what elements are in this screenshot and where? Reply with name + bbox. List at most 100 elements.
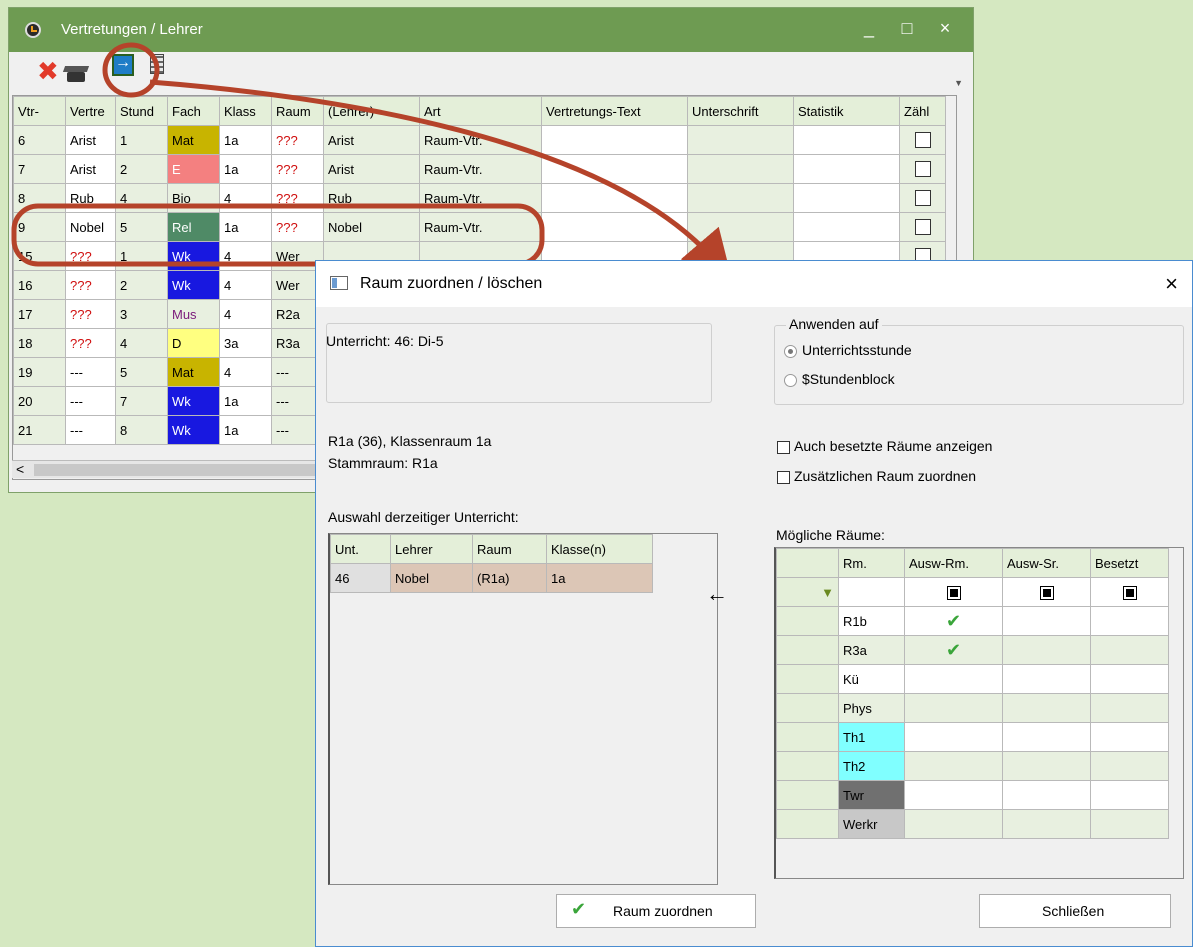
column-header[interactable]: Vertre — [65, 96, 116, 126]
row-indicator[interactable] — [776, 664, 839, 694]
cell-substitute[interactable]: Nobel — [65, 212, 116, 242]
minimize-button[interactable]: _ — [857, 18, 881, 39]
table-row[interactable]: Werkr — [776, 809, 1169, 839]
column-header[interactable]: Vertretungs-Text — [541, 96, 688, 126]
cell-text[interactable] — [541, 212, 688, 242]
cell-statistics[interactable] — [793, 183, 900, 213]
cell-statistics[interactable] — [793, 212, 900, 242]
cell-subject[interactable]: Wk — [167, 270, 220, 300]
cell-vtr[interactable]: 6 — [13, 125, 66, 155]
cell-selected-room[interactable] — [904, 693, 1003, 723]
cell-period[interactable]: 5 — [115, 212, 168, 242]
table-row[interactable]: Phys — [776, 693, 1169, 723]
table-row[interactable]: Th1 — [776, 722, 1169, 752]
count-checkbox[interactable] — [914, 219, 931, 236]
cell-substitute[interactable]: --- — [65, 386, 116, 416]
table-row[interactable]: 7 Arist 2 E 1a??? Arist Raum-Vtr. — [13, 154, 946, 184]
radio-unterrichtsstunde[interactable] — [784, 345, 797, 358]
room-grid-icon[interactable] — [150, 54, 164, 74]
cell-vtr[interactable]: 20 — [13, 386, 66, 416]
row-indicator[interactable] — [776, 635, 839, 665]
filter-toggle-ausw-rm[interactable] — [904, 577, 1003, 607]
row-indicator[interactable] — [776, 722, 839, 752]
assign-room-icon[interactable] — [112, 54, 134, 76]
cell-room[interactable]: Th2 — [838, 751, 905, 781]
cell-subject[interactable]: Rel — [167, 212, 220, 242]
row-indicator[interactable] — [776, 693, 839, 723]
cell-signature[interactable] — [687, 183, 794, 213]
column-header[interactable]: Ausw-Sr. — [1002, 548, 1091, 578]
cell-text[interactable] — [541, 154, 688, 184]
cell-statistics[interactable] — [793, 154, 900, 184]
show-occupied-label[interactable]: Auch besetzte Räume anzeigen — [794, 438, 992, 454]
cell-signature[interactable] — [687, 154, 794, 184]
cell-subject[interactable]: Bio — [167, 183, 220, 213]
additional-room-checkbox[interactable] — [777, 471, 790, 484]
count-checkbox[interactable] — [914, 161, 931, 178]
cell-substitute[interactable]: --- — [65, 357, 116, 387]
cell-selected-sr[interactable] — [1002, 664, 1091, 694]
cell-occupied[interactable] — [1090, 635, 1169, 665]
cell-vtr[interactable]: 16 — [13, 270, 66, 300]
cell-period[interactable]: 8 — [115, 415, 168, 445]
cell-class[interactable]: 4 — [219, 270, 272, 300]
cell-lesson[interactable]: 46 — [330, 563, 391, 593]
table-row[interactable]: R3a ✔ — [776, 635, 1169, 665]
column-header[interactable]: Ausw-Rm. — [904, 548, 1003, 578]
cell-type[interactable]: Raum-Vtr. — [419, 212, 542, 242]
column-header[interactable]: Zähl — [899, 96, 946, 126]
additional-room-label[interactable]: Zusätzlichen Raum zuordnen — [794, 468, 976, 484]
toolbar-dropdown-icon[interactable]: ▼ — [954, 78, 963, 88]
cell-occupied[interactable] — [1090, 751, 1169, 781]
table-row[interactable]: Th2 — [776, 751, 1169, 781]
cell-count[interactable] — [899, 183, 946, 213]
cell-room[interactable]: Twr — [838, 780, 905, 810]
close-dialog-button[interactable]: Schließen — [979, 894, 1171, 928]
column-header[interactable]: Klasse(n) — [546, 534, 653, 564]
cell-class[interactable]: 1a — [219, 415, 272, 445]
scroll-left-icon[interactable]: < — [16, 461, 24, 477]
assign-room-button[interactable]: ✔ Raum zuordnen — [556, 894, 756, 928]
count-checkbox[interactable] — [914, 132, 931, 149]
filter-icon[interactable]: ▼ — [776, 577, 839, 607]
count-checkbox[interactable] — [914, 190, 931, 207]
cell-selected-sr[interactable] — [1002, 722, 1091, 752]
cell-vtr[interactable]: 17 — [13, 299, 66, 329]
cell-room[interactable]: R3a — [838, 635, 905, 665]
cell-period[interactable]: 4 — [115, 328, 168, 358]
cell-selected-sr[interactable] — [1002, 635, 1091, 665]
teacher-hat-icon[interactable] — [67, 72, 85, 82]
cell-vtr[interactable]: 9 — [13, 212, 66, 242]
cell-class[interactable]: 1a — [219, 154, 272, 184]
cell-subject[interactable]: Mat — [167, 125, 220, 155]
cell-occupied[interactable] — [1090, 693, 1169, 723]
cell-vtr[interactable]: 8 — [13, 183, 66, 213]
filter-toggle-ausw-sr[interactable] — [1002, 577, 1091, 607]
cell-class[interactable]: 4 — [219, 357, 272, 387]
cell-selected-room[interactable] — [904, 751, 1003, 781]
cell-signature[interactable] — [687, 125, 794, 155]
table-row[interactable]: 8 Rub 4 Bio 4??? Rub Raum-Vtr. — [13, 183, 946, 213]
cell-substitute[interactable]: --- — [65, 415, 116, 445]
scroll-thumb[interactable] — [34, 464, 334, 476]
cell-occupied[interactable] — [1090, 664, 1169, 694]
cell-room[interactable]: ??? — [271, 154, 324, 184]
column-header[interactable]: Statistik — [793, 96, 900, 126]
row-indicator[interactable] — [776, 809, 839, 839]
cell-selected-room[interactable] — [904, 780, 1003, 810]
cell-subject[interactable]: Mat — [167, 357, 220, 387]
column-header[interactable]: Raum — [472, 534, 547, 564]
cell-count[interactable] — [899, 212, 946, 242]
cell-vtr[interactable]: 19 — [13, 357, 66, 387]
radio-unterrichtsstunde-label[interactable]: Unterrichtsstunde — [802, 342, 912, 358]
column-header[interactable]: Stund — [115, 96, 168, 126]
cell-period[interactable]: 2 — [115, 154, 168, 184]
column-header[interactable]: Vtr- — [13, 96, 66, 126]
cell-subject[interactable]: Wk — [167, 386, 220, 416]
column-header[interactable]: Rm. — [838, 548, 905, 578]
cell-period[interactable]: 1 — [115, 241, 168, 271]
column-header[interactable]: (Lehrer) — [323, 96, 420, 126]
cell-class[interactable]: 4 — [219, 299, 272, 329]
table-row[interactable]: 9 Nobel 5 Rel 1a??? Nobel Raum-Vtr. — [13, 212, 946, 242]
cell-room[interactable]: ??? — [271, 125, 324, 155]
